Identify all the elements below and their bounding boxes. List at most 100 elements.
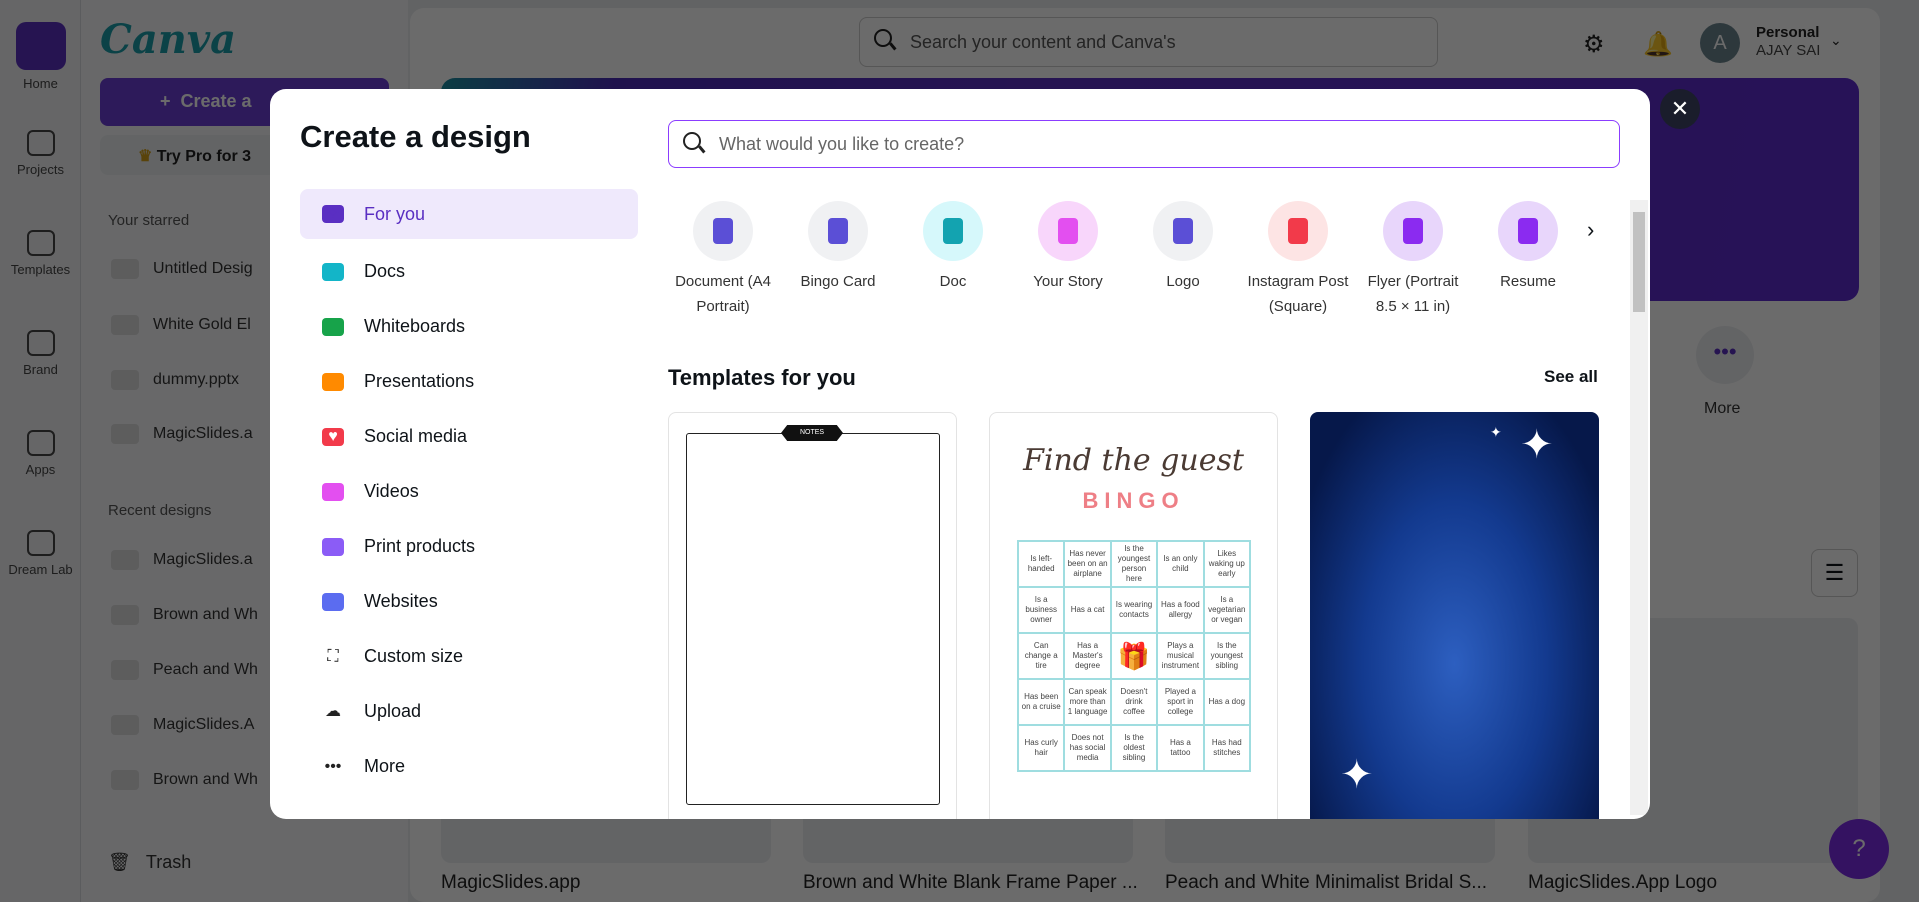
menu-item-print-products[interactable]: Print products	[300, 519, 638, 574]
recent-item[interactable]: MagicSlides.a	[111, 550, 253, 570]
rail-label: Dream Lab	[8, 562, 73, 577]
crown-icon: ♛	[138, 148, 153, 165]
scrollbar-thumb[interactable]	[1633, 212, 1645, 312]
menu-item-whiteboards[interactable]: Whiteboards	[300, 299, 638, 354]
canva-logo[interactable]: Canva	[100, 16, 236, 63]
website-icon	[322, 592, 344, 611]
bingo-cell: Has curly hair	[1018, 725, 1065, 771]
search-placeholder: Search your content and Canva's	[910, 32, 1176, 52]
menu-item-custom-size[interactable]: ⛶ Custom size	[300, 629, 638, 684]
close-icon[interactable]: ✕	[1660, 89, 1700, 129]
template-card-notes[interactable]: NOTES	[668, 412, 957, 819]
see-all-link[interactable]: See all	[1544, 367, 1598, 387]
design-title[interactable]: MagicSlides.app	[441, 872, 580, 894]
menu-item-videos[interactable]: Videos	[300, 464, 638, 519]
bingo-grid: Is left-handed Has never been on an airpl…	[1017, 540, 1251, 772]
left-rail: Home Projects Templates Brand Apps Dream…	[0, 0, 81, 902]
chevron-right-icon[interactable]: ›	[1587, 217, 1594, 243]
rail-brand[interactable]: Brand	[0, 330, 81, 377]
more-button[interactable]: •••	[1696, 326, 1754, 384]
menu-item-websites[interactable]: Websites	[300, 574, 638, 629]
modal-title: Create a design	[300, 119, 531, 154]
design-title[interactable]: Peach and White Minimalist Bridal S...	[1165, 872, 1487, 894]
bingo-cell: Played a sport in college	[1157, 679, 1204, 725]
recent-item[interactable]: Brown and Wh	[111, 605, 258, 625]
menu-item-for-you[interactable]: ✧ For you	[300, 189, 638, 239]
bingo-heading: Find the guest	[1023, 443, 1244, 478]
thumbnail	[111, 370, 139, 390]
menu-item-social-media[interactable]: ♥ Social media	[300, 409, 638, 464]
starred-item[interactable]: dummy.pptx	[111, 370, 239, 390]
social-media-icon: ♥	[322, 427, 344, 446]
chevron-down-icon[interactable]: ⌄	[1830, 32, 1842, 49]
home-icon	[15, 22, 66, 70]
design-type-7[interactable]: Resume	[1473, 201, 1583, 294]
avatar[interactable]: A	[1700, 23, 1740, 63]
gear-icon[interactable]: ⚙	[1583, 30, 1605, 59]
design-type-0[interactable]: Document (A4 Portrait)	[668, 201, 778, 319]
design-type-label: Doc	[939, 273, 967, 290]
notes-tag: NOTES	[781, 425, 843, 441]
list-view-button[interactable]: ☰	[1811, 549, 1858, 597]
menu-item-presentations[interactable]: Presentations	[300, 354, 638, 409]
help-button[interactable]: ?	[1829, 819, 1889, 879]
design-title[interactable]: Brown and White Blank Frame Paper ...	[803, 872, 1138, 894]
design-title[interactable]: MagicSlides.App Logo	[1528, 872, 1717, 894]
bingo-cell: Has a Master's degree	[1064, 633, 1111, 679]
design-type-2[interactable]: Doc	[898, 201, 1008, 294]
thumbnail	[111, 605, 139, 625]
design-type-6[interactable]: Flyer (Portrait 8.5 × 11 in)	[1358, 201, 1468, 319]
account-switcher[interactable]: Personal AJAY SAI	[1756, 24, 1820, 60]
rail-projects[interactable]: Projects	[0, 130, 81, 177]
bingo-cell: Has been on a cruise	[1018, 679, 1065, 725]
starred-item[interactable]: MagicSlides.a	[111, 424, 253, 444]
menu-item-docs[interactable]: Docs	[300, 244, 638, 299]
menu-label: Custom size	[364, 646, 464, 666]
menu-item-more[interactable]: ••• More	[300, 739, 638, 794]
recent-item[interactable]: Brown and Wh	[111, 770, 258, 790]
menu-label: Whiteboards	[364, 316, 466, 336]
rail-apps[interactable]: Apps	[0, 430, 81, 477]
item-label: MagicSlides.a	[153, 551, 253, 568]
recent-item[interactable]: MagicSlides.A	[111, 715, 254, 735]
design-type-1[interactable]: Bingo Card	[783, 201, 893, 294]
menu-label: More	[364, 756, 406, 776]
menu-item-upload[interactable]: ☁ Upload	[300, 684, 638, 739]
design-type-icon	[1153, 201, 1213, 261]
thumbnail	[111, 315, 139, 335]
template-card-starry[interactable]: ✦ ✦ ✦	[1310, 412, 1599, 819]
recent-item[interactable]: Peach and Wh	[111, 660, 258, 680]
video-icon	[322, 482, 344, 501]
print-icon	[322, 537, 344, 556]
main-search-input[interactable]: Search your content and Canva's	[859, 17, 1438, 67]
more-label: More	[1704, 400, 1741, 417]
modal-scrollbar[interactable]	[1630, 200, 1648, 815]
docs-icon	[322, 262, 344, 281]
design-type-icon	[693, 201, 753, 261]
menu-label: For you	[364, 203, 426, 224]
design-type-5[interactable]: Instagram Post (Square)	[1243, 201, 1353, 319]
rail-home[interactable]: Home	[0, 22, 81, 91]
more-icon: •••	[324, 757, 342, 775]
starred-item[interactable]: Untitled Desig	[111, 259, 253, 279]
rail-templates[interactable]: Templates	[0, 230, 81, 277]
menu-label: Upload	[364, 701, 422, 721]
bell-icon[interactable]: 🔔	[1643, 30, 1673, 59]
trash-link[interactable]: 🗑 Trash	[108, 852, 191, 873]
menu-label: Print products	[364, 536, 476, 556]
menu-label: Websites	[364, 591, 438, 611]
rail-label: Projects	[17, 162, 64, 177]
template-card-bingo[interactable]: Find the guest BINGO Is left-handed Has n…	[989, 412, 1278, 819]
pro-label: Try Pro for 3	[156, 148, 252, 165]
bingo-cell: Is left-handed	[1018, 541, 1065, 587]
design-type-4[interactable]: Logo	[1128, 201, 1238, 294]
item-label: Brown and Wh	[153, 606, 258, 623]
rail-dream-lab[interactable]: Dream Lab	[0, 530, 81, 577]
sparkle-icon: ✦	[1490, 424, 1502, 440]
bingo-title: BINGO	[1082, 488, 1185, 513]
starred-item[interactable]: White Gold El	[111, 315, 251, 335]
design-type-3[interactable]: Your Story	[1013, 201, 1123, 294]
bingo-cell: Has a food allergy	[1157, 587, 1204, 633]
bingo-cell: Is the youngest sibling	[1203, 633, 1250, 679]
design-search-input[interactable]: What would you like to create?	[668, 120, 1620, 168]
